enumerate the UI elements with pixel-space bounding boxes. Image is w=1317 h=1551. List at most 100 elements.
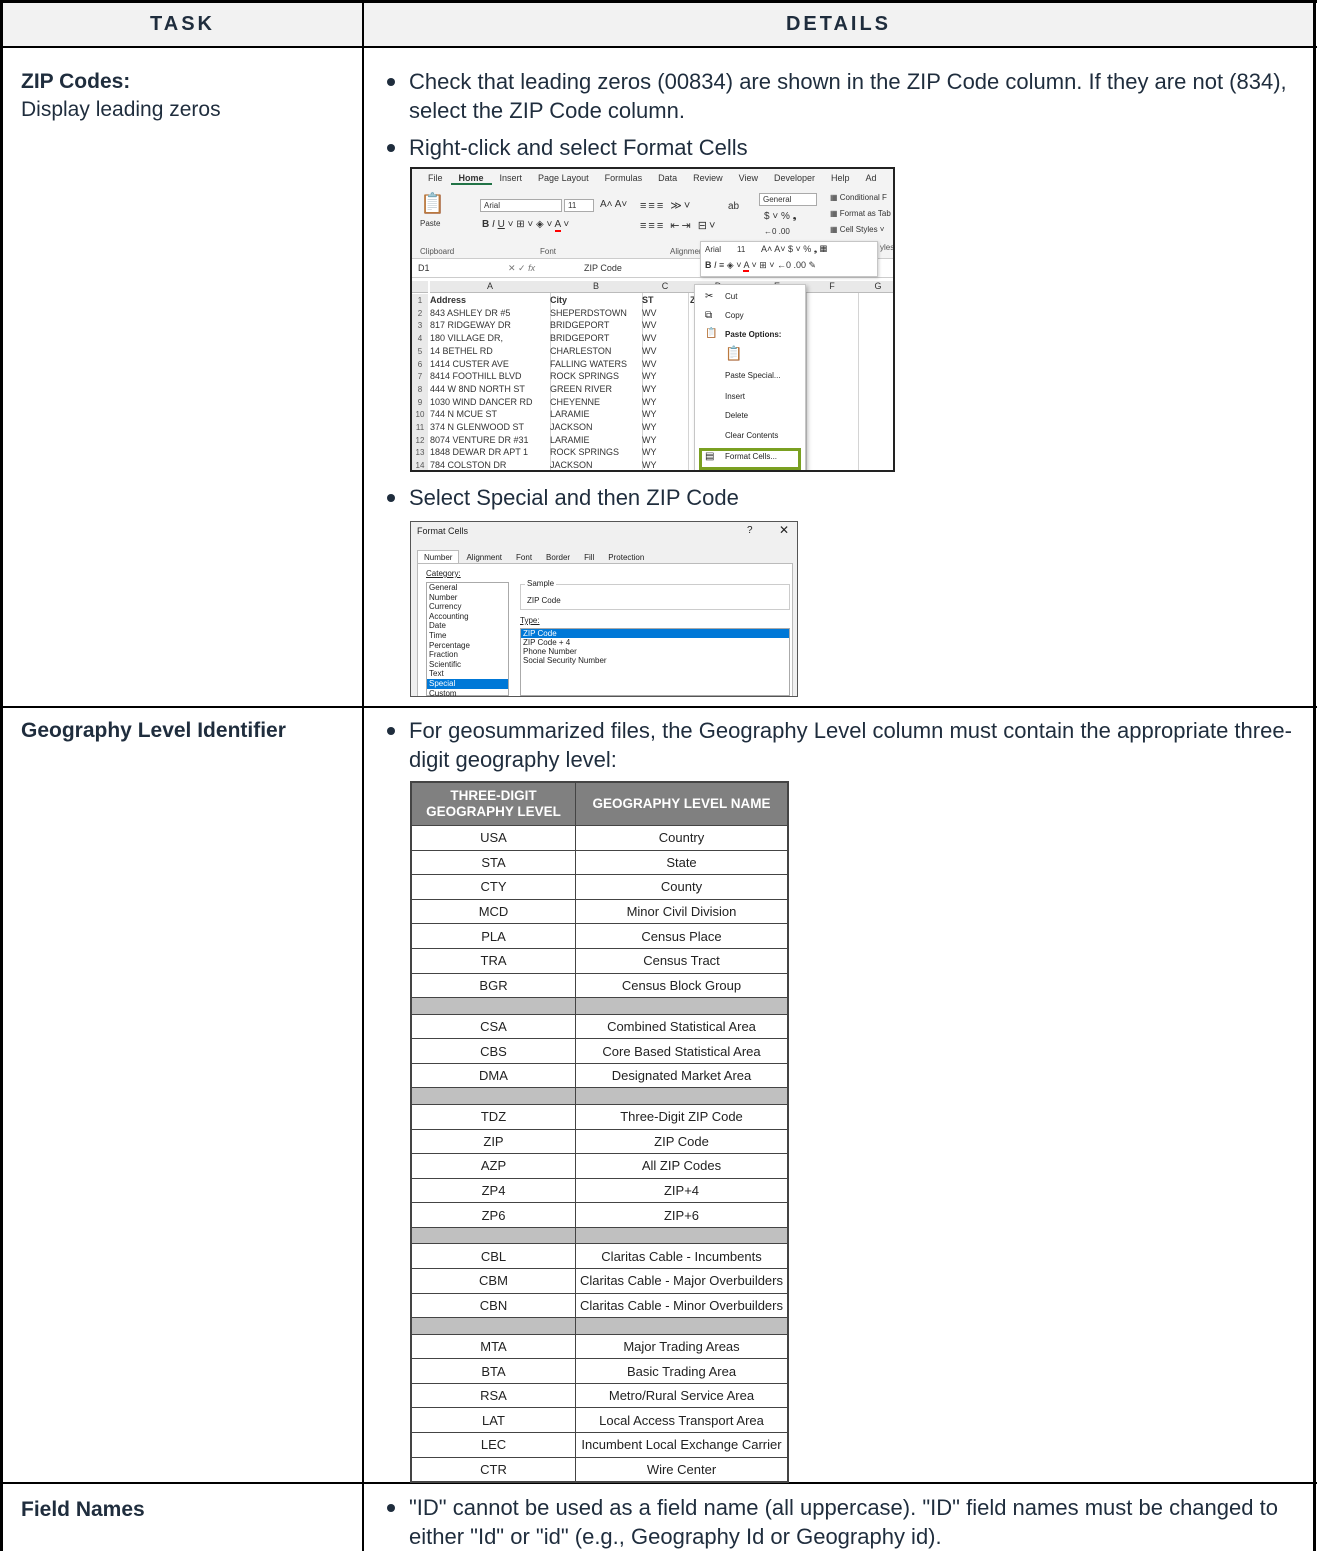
cell-state[interactable]: WY bbox=[642, 446, 657, 459]
select-all-corner[interactable] bbox=[412, 281, 428, 293]
cell-address[interactable]: 784 COLSTON DR bbox=[430, 459, 506, 470]
category-item[interactable]: Accounting bbox=[427, 612, 508, 622]
row-number[interactable]: 3 bbox=[412, 319, 428, 333]
ribbon-tab[interactable]: Formulas bbox=[597, 173, 651, 185]
ribbon-tab[interactable]: Review bbox=[685, 173, 731, 185]
ribbon-tab[interactable]: Insert bbox=[492, 173, 531, 185]
row-number[interactable]: 1 bbox=[412, 294, 428, 307]
row-number[interactable]: 7 bbox=[412, 370, 428, 384]
category-item[interactable]: Scientific bbox=[427, 660, 508, 670]
column-header[interactable]: F bbox=[806, 281, 858, 293]
category-item[interactable]: Number bbox=[427, 593, 508, 603]
cell-address[interactable]: 817 RIDGEWAY DR bbox=[430, 319, 511, 332]
cell-address[interactable]: 1848 DEWAR DR APT 1 bbox=[430, 446, 528, 459]
cell-city[interactable]: JACKSON bbox=[550, 421, 593, 434]
row-number[interactable]: 8 bbox=[412, 382, 428, 396]
cell-address[interactable]: 444 W 8ND NORTH ST bbox=[430, 383, 525, 396]
cell-city[interactable]: BRIDGEPORT bbox=[550, 319, 609, 332]
row-number[interactable]: 2 bbox=[412, 306, 428, 320]
cell-state[interactable]: WY bbox=[642, 408, 657, 421]
category-list[interactable]: General Number Currency Accounting Date Time P… bbox=[426, 582, 509, 696]
cell-city[interactable]: SHEPERDSTOWN bbox=[550, 307, 627, 320]
type-item[interactable]: Social Security Number bbox=[521, 656, 789, 665]
menu-copy[interactable]: Copy bbox=[725, 311, 744, 320]
category-item[interactable]: Special bbox=[427, 678, 508, 689]
cell-city[interactable]: City bbox=[550, 294, 567, 307]
column-header[interactable]: A bbox=[430, 281, 550, 293]
help-button[interactable]: ? bbox=[747, 525, 753, 536]
cell-state[interactable]: WV bbox=[642, 307, 657, 320]
cell-address[interactable]: 180 VILLAGE DR, bbox=[430, 332, 503, 345]
cell-address[interactable]: 843 ASHLEY DR #5 bbox=[430, 307, 510, 320]
cell-state[interactable]: WY bbox=[642, 370, 657, 383]
category-item[interactable]: Custom bbox=[427, 689, 508, 696]
cell-city[interactable]: CHEYENNE bbox=[550, 396, 600, 409]
cell-state[interactable]: WV bbox=[642, 332, 657, 345]
ribbon-tab[interactable]: File bbox=[420, 173, 451, 185]
category-item[interactable]: Percentage bbox=[427, 641, 508, 651]
ribbon-tab[interactable]: Home bbox=[450, 173, 492, 185]
row-number[interactable]: 12 bbox=[412, 433, 428, 447]
cell-state[interactable]: WY bbox=[642, 396, 657, 409]
category-item[interactable]: Currency bbox=[427, 602, 508, 612]
ribbon-tab[interactable]: Ad bbox=[858, 173, 885, 185]
cell-city[interactable]: FALLING WATERS bbox=[550, 358, 627, 371]
row-number[interactable]: 10 bbox=[412, 408, 428, 422]
cell-city[interactable]: ROCK SPRINGS bbox=[550, 446, 619, 459]
cell-address[interactable]: Address bbox=[430, 294, 466, 307]
menu-delete[interactable]: Delete bbox=[725, 411, 748, 420]
cell-city[interactable]: GREEN RIVER bbox=[550, 383, 612, 396]
category-item[interactable]: Text bbox=[427, 669, 508, 679]
cell-state[interactable]: WY bbox=[642, 434, 657, 447]
cell-state[interactable]: WV bbox=[642, 319, 657, 332]
cell-city[interactable]: JACKSON bbox=[550, 459, 593, 470]
cell-address[interactable]: 8414 FOOTHILL BLVD bbox=[430, 370, 522, 383]
type-item[interactable]: ZIP Code bbox=[521, 629, 789, 638]
row-number[interactable]: 13 bbox=[412, 446, 428, 460]
menu-cut[interactable]: Cut bbox=[725, 292, 737, 301]
cell-city[interactable]: ROCK SPRINGS bbox=[550, 370, 619, 383]
cell-state[interactable]: WV bbox=[642, 358, 657, 371]
column-header[interactable]: B bbox=[550, 281, 642, 293]
cell-address[interactable]: 1030 WIND DANCER RD bbox=[430, 396, 533, 409]
row-number[interactable]: 5 bbox=[412, 344, 428, 358]
ribbon-tab[interactable]: Page Layout bbox=[530, 173, 597, 185]
cell-city[interactable]: CHARLESTON bbox=[550, 345, 611, 358]
cell-state[interactable]: WY bbox=[642, 421, 657, 434]
column-header[interactable]: C bbox=[642, 281, 688, 293]
category-item[interactable]: General bbox=[427, 583, 508, 593]
cell-address[interactable]: 744 N MCUE ST bbox=[430, 408, 497, 421]
cell-address[interactable]: 1414 CUSTER AVE bbox=[430, 358, 509, 371]
row-number[interactable]: 11 bbox=[412, 421, 428, 434]
category-item[interactable]: Time bbox=[427, 631, 508, 641]
column-header[interactable]: G bbox=[858, 281, 893, 293]
geo-code-cell: LAT bbox=[412, 1408, 576, 1433]
cell-state[interactable]: ST bbox=[642, 294, 654, 307]
row-number[interactable]: 6 bbox=[412, 357, 428, 371]
row-number[interactable]: 4 bbox=[412, 332, 428, 346]
cell-address[interactable]: 374 N GLENWOOD ST bbox=[430, 421, 524, 434]
type-list[interactable]: ZIP Code ZIP Code + 4 Phone Number Social S… bbox=[520, 628, 790, 696]
menu-insert[interactable]: Insert bbox=[725, 392, 745, 401]
ribbon-tab[interactable]: View bbox=[731, 173, 766, 185]
cell-address[interactable]: 14 BETHEL RD bbox=[430, 345, 493, 358]
cell-city[interactable]: LARAMIE bbox=[550, 408, 590, 421]
cell-state[interactable]: WY bbox=[642, 383, 657, 396]
cell-state[interactable]: WY bbox=[642, 459, 657, 470]
category-item[interactable]: Date bbox=[427, 621, 508, 631]
type-item[interactable]: ZIP Code + 4 bbox=[521, 638, 789, 647]
close-icon[interactable]: ✕ bbox=[779, 523, 789, 537]
category-item[interactable]: Fraction bbox=[427, 650, 508, 660]
cell-city[interactable]: LARAMIE bbox=[550, 434, 590, 447]
cell-state[interactable]: WV bbox=[642, 345, 657, 358]
cell-city[interactable]: BRIDGEPORT bbox=[550, 332, 609, 345]
ribbon-tab[interactable]: Data bbox=[650, 173, 685, 185]
ribbon-tab[interactable]: Help bbox=[823, 173, 858, 185]
menu-clear-contents[interactable]: Clear Contents bbox=[725, 431, 778, 440]
ribbon-tab[interactable]: Developer bbox=[766, 173, 823, 185]
cell-address[interactable]: 8074 VENTURE DR #31 bbox=[430, 434, 529, 447]
menu-paste-special[interactable]: Paste Special... bbox=[725, 371, 781, 380]
row-number[interactable]: 14 bbox=[412, 459, 428, 470]
type-item[interactable]: Phone Number bbox=[521, 647, 789, 656]
row-number[interactable]: 9 bbox=[412, 395, 428, 409]
